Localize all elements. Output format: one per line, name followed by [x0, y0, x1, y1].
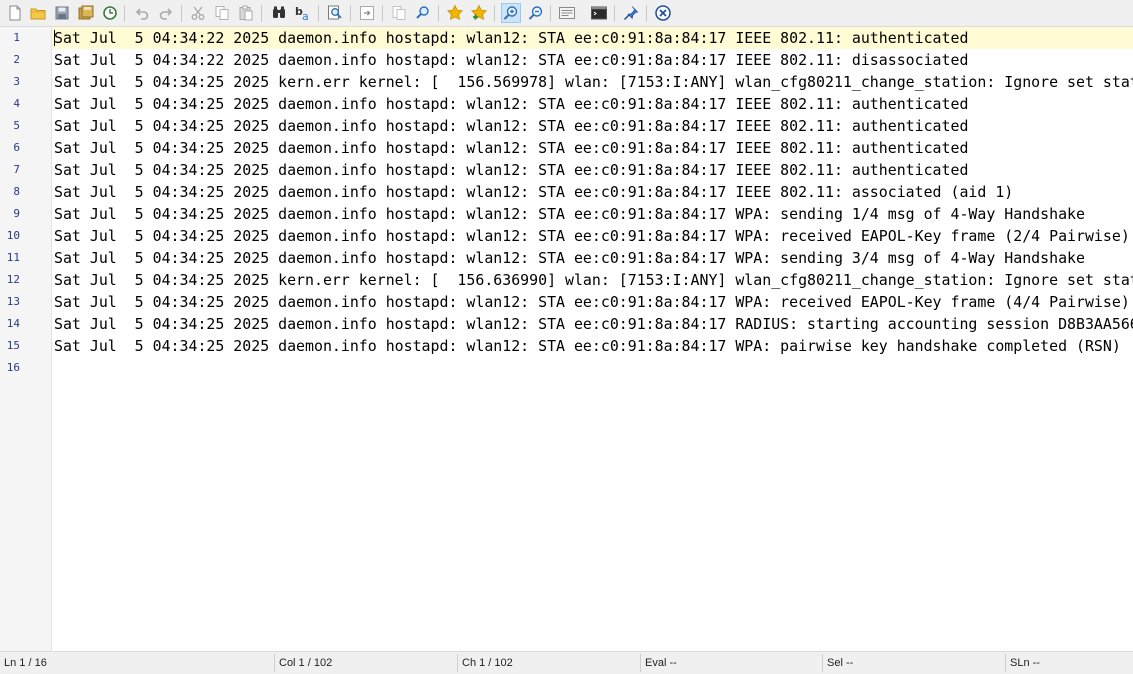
- code-line[interactable]: Sat Jul 5 04:34:25 2025 daemon.info host…: [54, 291, 1130, 313]
- code-area[interactable]: Sat Jul 5 04:34:22 2025 daemon.info host…: [54, 27, 1133, 651]
- replace-icon[interactable]: ba: [294, 4, 312, 22]
- toolbar-separator: [550, 5, 551, 22]
- toolbar-separator: [438, 5, 439, 22]
- code-line[interactable]: Sat Jul 5 04:34:25 2025 kern.err kernel:…: [54, 71, 1133, 93]
- pin-icon[interactable]: [622, 4, 640, 22]
- code-line[interactable]: Sat Jul 5 04:34:25 2025 daemon.info host…: [54, 115, 968, 137]
- status-selected-lines[interactable]: SLn --: [1006, 652, 1133, 674]
- redo-icon[interactable]: [157, 4, 175, 22]
- new-file-icon[interactable]: [6, 4, 24, 22]
- save-all-icon[interactable]: [77, 4, 95, 22]
- code-line[interactable]: Sat Jul 5 04:34:25 2025 daemon.info host…: [54, 181, 1013, 203]
- toolbar-separator: [646, 5, 647, 22]
- line-number: 15: [6, 339, 20, 352]
- code-line[interactable]: Sat Jul 5 04:34:25 2025 kern.err kernel:…: [54, 269, 1133, 291]
- line-number: 7: [13, 163, 20, 176]
- status-char[interactable]: Ch 1 / 102: [458, 652, 640, 674]
- toolbar-separator: [494, 5, 495, 22]
- toolbar-separator: [318, 5, 319, 22]
- save-icon[interactable]: [53, 4, 71, 22]
- code-line[interactable]: Sat Jul 5 04:34:25 2025 daemon.info host…: [54, 203, 1085, 225]
- zoom-in-icon[interactable]: [501, 3, 521, 23]
- undo-icon[interactable]: [133, 4, 151, 22]
- toolbar-separator: [261, 5, 262, 22]
- find-icon[interactable]: [270, 4, 288, 22]
- line-number: 13: [6, 295, 20, 308]
- toolbar-separator: [614, 5, 615, 22]
- text-editor[interactable]: 1 2 3 4 5 6 7 8 9 10 11 12 13 14 15 16 S…: [0, 27, 1133, 651]
- code-line[interactable]: Sat Jul 5 04:34:25 2025 daemon.info host…: [54, 93, 968, 115]
- bookmark-add-icon[interactable]: [470, 4, 488, 22]
- svg-text:a: a: [302, 10, 309, 22]
- code-line[interactable]: Sat Jul 5 04:34:22 2025 daemon.info host…: [54, 49, 968, 71]
- line-number: 9: [13, 207, 20, 220]
- code-line[interactable]: Sat Jul 5 04:34:25 2025 daemon.info host…: [54, 313, 1133, 335]
- line-number: 14: [6, 317, 20, 330]
- line-number: 5: [13, 119, 20, 132]
- copy-icon[interactable]: [213, 4, 231, 22]
- status-selection[interactable]: Sel --: [823, 652, 1005, 674]
- word-wrap-icon[interactable]: [558, 4, 576, 22]
- line-number: 11: [6, 251, 20, 264]
- toolbar-separator: [382, 5, 383, 22]
- toolbar: ba: [0, 0, 1133, 27]
- bookmark-icon[interactable]: [446, 4, 464, 22]
- line-number: 2: [13, 53, 20, 66]
- code-line[interactable]: Sat Jul 5 04:34:25 2025 daemon.info host…: [54, 159, 968, 181]
- line-number: 6: [13, 141, 20, 154]
- status-eval[interactable]: Eval --: [641, 652, 822, 674]
- status-line[interactable]: Ln 1 / 16: [0, 652, 274, 674]
- toolbar-separator: [350, 5, 351, 22]
- line-number: 1: [13, 31, 20, 44]
- toolbar-separator: [124, 5, 125, 22]
- paste-icon[interactable]: [237, 4, 255, 22]
- code-line[interactable]: Sat Jul 5 04:34:25 2025 daemon.info host…: [54, 137, 968, 159]
- line-number: 3: [13, 75, 20, 88]
- zoom-out-icon[interactable]: [527, 4, 545, 22]
- line-number: 8: [13, 185, 20, 198]
- open-folder-icon[interactable]: [29, 4, 47, 22]
- find-in-files-icon[interactable]: [326, 4, 344, 22]
- reload-icon[interactable]: [101, 4, 119, 22]
- line-number: 10: [6, 229, 20, 242]
- line-number: 16: [6, 361, 20, 374]
- notepad-window: ba 1 2 3 4 5 6 7 8 9 10 11 12 13 14 15 1…: [0, 0, 1133, 674]
- text-caret: [54, 30, 55, 46]
- code-line[interactable]: Sat Jul 5 04:34:25 2025 daemon.info host…: [54, 335, 1121, 357]
- goto-line-icon[interactable]: [358, 4, 376, 22]
- select-all-icon[interactable]: [390, 4, 408, 22]
- line-number: 12: [6, 273, 20, 286]
- close-icon[interactable]: [654, 4, 672, 22]
- status-column[interactable]: Col 1 / 102: [275, 652, 457, 674]
- code-line[interactable]: Sat Jul 5 04:34:25 2025 daemon.info host…: [54, 225, 1130, 247]
- status-bar: Ln 1 / 16 Col 1 / 102 Ch 1 / 102 Eval --…: [0, 651, 1133, 674]
- toolbar-separator: [181, 5, 182, 22]
- cut-icon[interactable]: [189, 4, 207, 22]
- code-line[interactable]: Sat Jul 5 04:34:22 2025 daemon.info host…: [54, 27, 968, 49]
- find-next-icon[interactable]: [414, 4, 432, 22]
- terminal-icon[interactable]: [590, 4, 608, 22]
- code-line[interactable]: Sat Jul 5 04:34:25 2025 daemon.info host…: [54, 247, 1085, 269]
- line-number: 4: [13, 97, 20, 110]
